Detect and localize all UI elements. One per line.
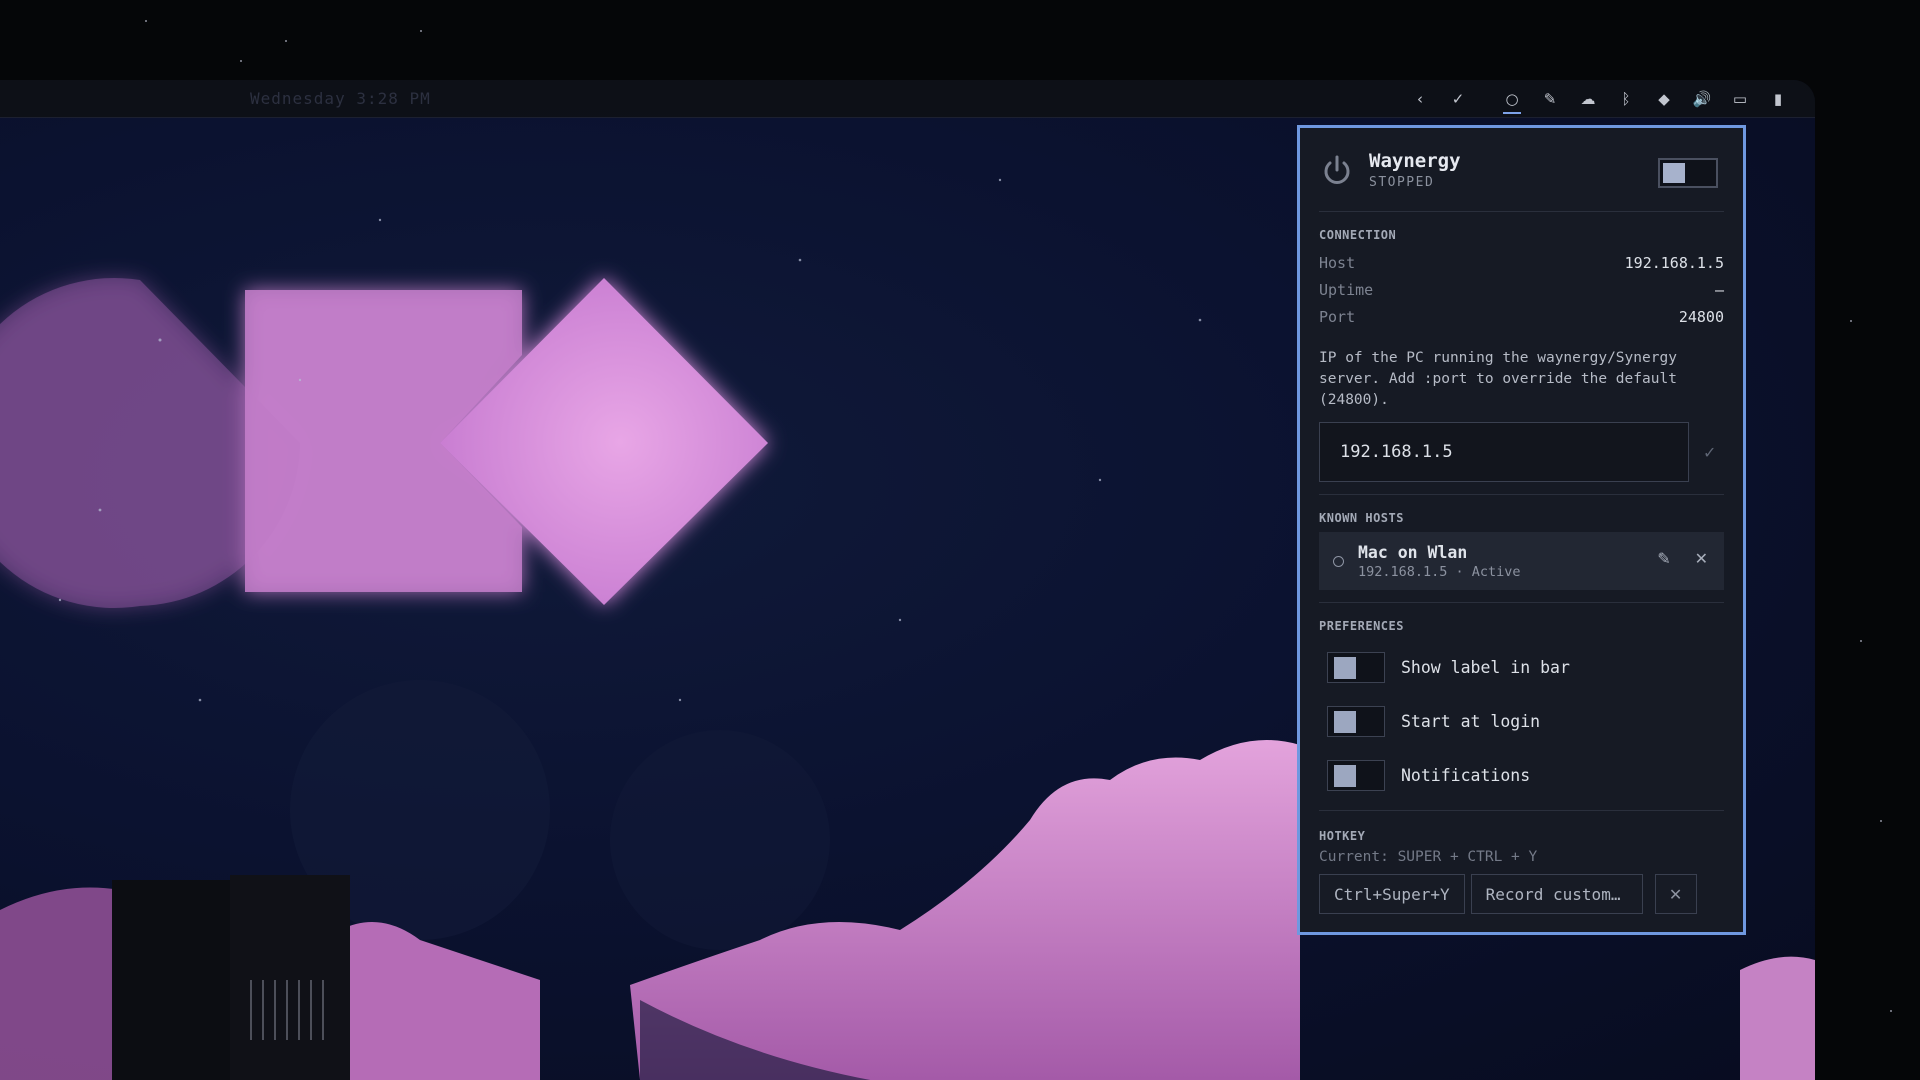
- host-actions: ✎ ✕: [1657, 549, 1708, 568]
- known-host-name: Mac on Wlan: [1358, 542, 1468, 562]
- port-value: 24800: [1678, 307, 1724, 326]
- cloud-icon[interactable]: ☁: [1569, 80, 1607, 118]
- pref-label: Show label in bar: [1401, 657, 1570, 677]
- star: [1890, 1010, 1892, 1012]
- pencil-icon[interactable]: ✎: [1531, 80, 1569, 118]
- pref-notifications: Notifications: [1319, 748, 1724, 802]
- star: [420, 30, 422, 32]
- hotkey-buttons: Ctrl+Super+Y Record custom… ✕: [1319, 874, 1724, 914]
- clear-hotkey-button[interactable]: ✕: [1654, 874, 1697, 914]
- waynergy-circle-icon[interactable]: ○: [1493, 80, 1531, 118]
- uptime-value: —: [1714, 280, 1724, 299]
- star: [1860, 640, 1862, 642]
- star: [285, 40, 287, 42]
- record-custom-button[interactable]: Record custom…: [1470, 874, 1643, 914]
- known-host-item[interactable]: Mac on Wlan 192.168.1.5 · Active ✎ ✕: [1319, 532, 1724, 590]
- toggle-knob: [1663, 163, 1685, 183]
- star: [145, 20, 147, 22]
- panel-title: Waynergy: [1369, 150, 1461, 172]
- volume-icon[interactable]: 🔊: [1683, 80, 1721, 118]
- check-icon[interactable]: ✓: [1439, 80, 1477, 118]
- top-bar: Wednesday 3:28 PM ‹ ✓ ○ ✎ ☁ ᛒ ◆ 🔊 ▭ ▮: [0, 80, 1815, 118]
- uptime-row: Uptime —: [1319, 276, 1724, 303]
- port-label: Port: [1319, 307, 1356, 326]
- clock: Wednesday 3:28 PM: [250, 89, 431, 108]
- hotkey-preset-button[interactable]: Ctrl+Super+Y: [1319, 874, 1465, 914]
- panel-header: Waynergy STOPPED: [1319, 128, 1724, 212]
- status-badge: STOPPED: [1369, 175, 1435, 190]
- port-row: Port 24800: [1319, 303, 1724, 330]
- bluetooth-icon[interactable]: ᛒ: [1607, 80, 1645, 118]
- known-host-detail: 192.168.1.5 · Active: [1358, 563, 1521, 580]
- star: [1850, 320, 1852, 322]
- notifications-toggle[interactable]: [1327, 759, 1385, 791]
- host-hint: IP of the PC running the waynergy/Synerg…: [1319, 350, 1677, 408]
- uptime-label: Uptime: [1319, 280, 1374, 299]
- edit-pencil-icon[interactable]: ✎: [1657, 549, 1670, 568]
- pref-label: Notifications: [1401, 765, 1531, 785]
- remove-close-icon[interactable]: ✕: [1695, 549, 1708, 568]
- section-title: PREFERENCES: [1319, 619, 1404, 633]
- wallpaper-logo: [0, 278, 768, 608]
- chevron-left-icon[interactable]: ‹: [1401, 80, 1439, 118]
- section-title: HOTKEY: [1319, 829, 1366, 843]
- host-input[interactable]: [1319, 422, 1689, 482]
- toggle-knob: [1334, 710, 1356, 733]
- host-radio[interactable]: [1333, 555, 1344, 567]
- waynergy-panel: Waynergy STOPPED CONNECTION Host 192.168…: [1297, 125, 1746, 935]
- pref-start-login: Start at login: [1319, 694, 1724, 748]
- wifi-icon[interactable]: ◆: [1645, 80, 1683, 118]
- monitor-icon[interactable]: ▭: [1721, 80, 1759, 118]
- confirm-check-icon[interactable]: ✓: [1703, 443, 1716, 462]
- section-title: CONNECTION: [1319, 228, 1397, 242]
- star: [1880, 820, 1882, 822]
- host-label: Host: [1319, 253, 1356, 272]
- preferences-section: PREFERENCES Show label in bar Start at l…: [1319, 603, 1724, 811]
- host-input-row: ✓: [1319, 422, 1724, 482]
- start-login-toggle[interactable]: [1327, 705, 1385, 737]
- toggle-knob: [1334, 764, 1356, 787]
- host-row: Host 192.168.1.5: [1319, 249, 1724, 276]
- host-value: 192.168.1.5: [1624, 253, 1724, 272]
- connection-section: CONNECTION Host 192.168.1.5 Uptime — Por…: [1319, 212, 1724, 495]
- star: [240, 60, 242, 62]
- known-hosts-section: KNOWN HOSTS Mac on Wlan 192.168.1.5 · Ac…: [1319, 495, 1724, 603]
- wallpaper-building: [112, 875, 350, 1080]
- hotkey-current: Current: SUPER + CTRL + Y: [1319, 849, 1538, 865]
- toggle-knob: [1334, 656, 1356, 679]
- battery-icon[interactable]: ▮: [1759, 80, 1797, 118]
- pref-show-label: Show label in bar: [1319, 640, 1724, 694]
- show-label-toggle[interactable]: [1327, 651, 1385, 683]
- pref-label: Start at login: [1401, 711, 1541, 731]
- system-tray: ‹ ✓ ○ ✎ ☁ ᛒ ◆ 🔊 ▭ ▮: [1401, 80, 1797, 118]
- master-toggle[interactable]: [1658, 158, 1718, 188]
- power-icon: [1324, 155, 1350, 184]
- section-title: KNOWN HOSTS: [1319, 511, 1404, 525]
- hotkey-section: HOTKEY Current: SUPER + CTRL + Y Ctrl+Su…: [1319, 811, 1724, 914]
